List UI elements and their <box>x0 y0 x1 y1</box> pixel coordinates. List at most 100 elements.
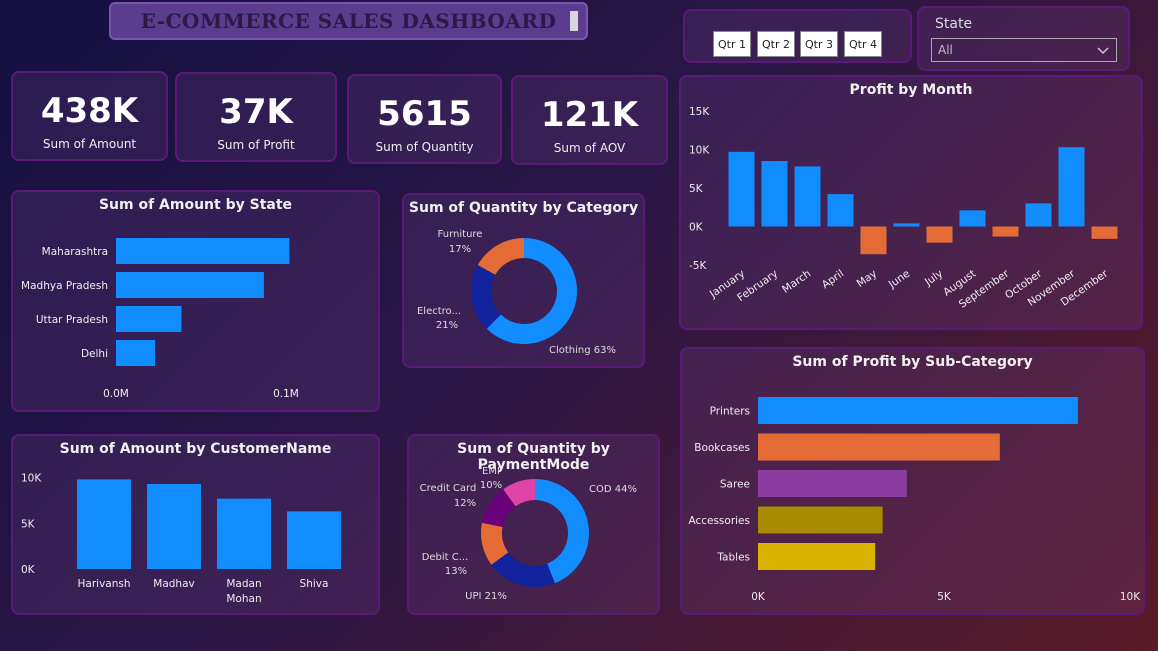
category-label: March <box>780 268 813 296</box>
bar <box>116 272 264 298</box>
profit-by-month-chart: 15K10K5K0K-5KJanuaryFebruary March April Ma… <box>689 106 1118 311</box>
bar <box>217 498 271 569</box>
tick-label: 0K <box>689 222 704 234</box>
tick-label: 5K <box>689 183 704 195</box>
category-label: July <box>922 268 945 289</box>
qtr-3-button[interactable]: Qtr 3 <box>800 31 838 57</box>
bar <box>116 238 290 264</box>
category-label: Madhya Pradesh <box>21 280 108 292</box>
kpi-label: Sum of Amount <box>42 137 137 151</box>
category-label: Accessories <box>688 515 750 527</box>
category-label: Printers <box>710 406 750 418</box>
amount-by-state-card: Sum of Amount by State Maharashtra Madhya… <box>11 190 380 412</box>
label-cod: COD 44% <box>589 484 637 495</box>
label-debit-pct: 13% <box>445 566 467 577</box>
bar <box>77 479 131 569</box>
category-label: Mohan <box>226 593 261 605</box>
kpi-value: 121K <box>540 95 639 135</box>
state-label: State <box>935 16 973 32</box>
bar <box>287 511 341 569</box>
bar <box>758 543 876 570</box>
kpi-card-profit: 37K Sum of Profit <box>175 72 337 162</box>
bar <box>728 151 755 227</box>
tick-label: 5K <box>937 591 952 603</box>
category-label: Harivansh <box>78 578 131 590</box>
tick-label: 0.0M <box>103 388 129 400</box>
bar <box>758 433 1000 461</box>
kpi-label: Sum of AOV <box>553 141 626 155</box>
bar <box>827 194 854 227</box>
amount-by-customer-chart: 10K 5K 0K Harivansh Madhav Madan Mohan Shiva <box>21 473 341 605</box>
category-label: June <box>886 268 912 292</box>
kpi-value: 438K <box>40 91 139 131</box>
bar <box>758 470 907 497</box>
label-upi: UPI 21% <box>465 591 507 602</box>
bar <box>860 226 887 255</box>
bar <box>147 483 201 569</box>
bar <box>116 306 182 332</box>
bar <box>893 223 920 227</box>
tick-label: 0K <box>751 591 766 603</box>
state-dropdown[interactable]: All <box>931 38 1117 62</box>
tick-label: 0.1M <box>273 388 299 400</box>
bar <box>758 397 1078 424</box>
kpi-label: Sum of Quantity <box>375 140 474 154</box>
kpi-label: Sum of Profit <box>217 138 295 152</box>
kpi-card-quantity: 5615 Sum of Quantity <box>347 74 502 164</box>
dashboard-title-bar: E-COMMERCE SALES DASHBOARD <box>109 2 588 40</box>
bar <box>758 506 883 534</box>
bar <box>1058 147 1085 227</box>
label-emi-name: EMI <box>482 466 500 477</box>
tick-label: 10K <box>1120 591 1141 603</box>
profit-by-subcategory-chart: Printers Bookcases Saree Accessories Tables 0… <box>688 397 1141 603</box>
category-label: Delhi <box>81 348 108 360</box>
amount-by-customer-card: Sum of Amount by CustomerName 10K 5K 0K Har… <box>11 434 380 615</box>
bar <box>959 210 986 227</box>
category-label: Bookcases <box>694 442 750 454</box>
label-electro-pct: 21% <box>436 320 458 331</box>
quantity-by-paymentmode-card: Sum of Quantity by PaymentMode EMI 10% C… <box>407 434 660 615</box>
label-electro-name: Electro... <box>417 306 461 317</box>
kpi-value: 37K <box>219 92 293 132</box>
bar <box>794 166 821 227</box>
chevron-down-icon <box>1097 47 1109 55</box>
category-label: Madan <box>226 578 261 590</box>
bar <box>116 340 156 366</box>
quantity-by-paymentmode-chart: EMI 10% Credit Card 12% Debit C... 13% U… <box>420 466 637 602</box>
label-debit-name: Debit C... <box>422 552 469 563</box>
tick-label: 0K <box>21 564 36 576</box>
quantity-by-category-card: Sum of Quantity by Category Furniture 17… <box>402 193 645 368</box>
kpi-value: 5615 <box>377 94 472 134</box>
label-clothing: Clothing 63% <box>549 345 616 356</box>
label-credit-pct: 12% <box>454 498 476 509</box>
category-label: May <box>855 268 880 290</box>
category-label: Madhav <box>153 578 194 590</box>
category-label: Shiva <box>300 578 329 590</box>
bar <box>1091 226 1118 239</box>
label-emi-pct: 10% <box>480 480 502 491</box>
tick-label: 15K <box>689 106 710 118</box>
category-label: April <box>820 268 847 292</box>
label-furniture-name: Furniture <box>438 229 483 240</box>
title-grip-icon <box>570 11 578 31</box>
qtr-2-button[interactable]: Qtr 2 <box>757 31 795 57</box>
tick-label: 10K <box>21 473 42 485</box>
tick-label: 10K <box>689 145 710 157</box>
category-label: Uttar Pradesh <box>36 314 108 326</box>
qtr-1-button[interactable]: Qtr 1 <box>713 31 751 57</box>
bar <box>1025 203 1052 227</box>
qtr-4-button[interactable]: Qtr 4 <box>844 31 882 57</box>
tick-label: -5K <box>689 260 707 272</box>
category-label: Saree <box>720 479 750 491</box>
category-label: Tables <box>716 552 750 564</box>
profit-by-month-card: Profit by Month 15K 10K 5K 0K -5K January Febr… <box>679 75 1143 330</box>
bar <box>926 226 953 243</box>
quantity-by-category-chart: Furniture 17% Electro... 21% Clothing 63… <box>417 229 616 356</box>
bar <box>761 161 788 227</box>
label-credit-name: Credit Card <box>420 483 477 494</box>
amount-by-state-chart: Maharashtra Madhya Pradesh Uttar Pradesh De… <box>21 238 299 400</box>
tick-label: 5K <box>21 518 36 530</box>
kpi-card-aov: 121K Sum of AOV <box>511 75 668 165</box>
bar <box>992 226 1019 237</box>
category-label: Maharashtra <box>42 246 108 258</box>
